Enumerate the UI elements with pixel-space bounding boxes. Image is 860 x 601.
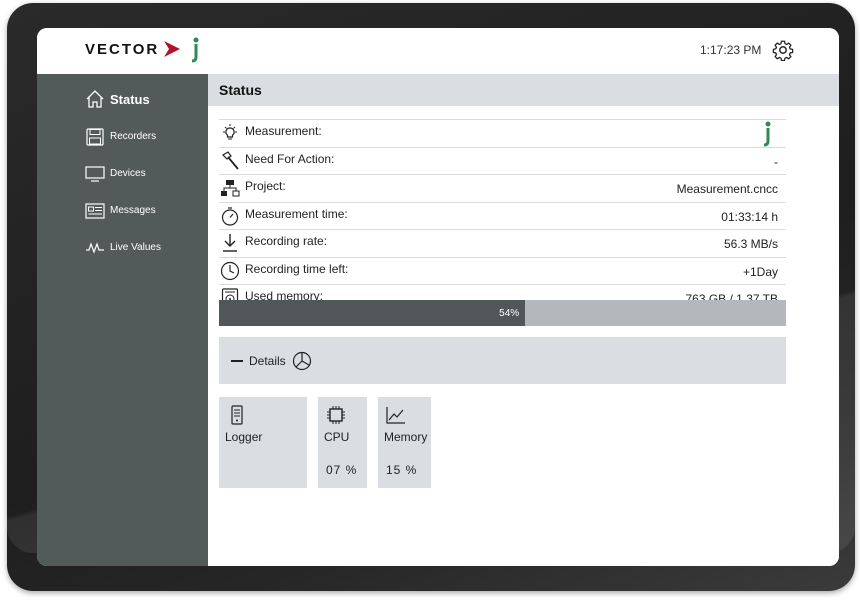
hammer-icon — [219, 150, 241, 172]
measurement-active-icon — [763, 121, 771, 147]
memory-progress-fill: 54% — [219, 300, 526, 326]
collapse-icon — [231, 359, 243, 362]
details-label: Details — [249, 353, 286, 368]
sidebar-item-label: Messages — [110, 205, 156, 216]
top-bar: VECTOR 1:17:23 PM — [37, 28, 839, 74]
vector-logo: VECTOR — [85, 37, 199, 63]
line-chart-icon — [386, 407, 405, 424]
status-list: Measurement: Need For Action: - Project:… — [219, 119, 786, 312]
main-panel: Status Measurement: Need For Action: - P… — [208, 74, 839, 566]
row-value: 01:33:14 h — [721, 209, 778, 224]
sidebar-item-live-values[interactable]: Live Values — [37, 229, 208, 266]
row-label: Measurement time: — [245, 206, 348, 221]
waveform-icon — [84, 238, 106, 258]
tile-memory[interactable]: Memory 15 % — [378, 397, 431, 488]
status-row-measurement-time: Measurement time: 01:33:14 h — [219, 201, 786, 230]
tile-value: 07 % — [326, 463, 358, 477]
status-indicator-icon — [191, 37, 199, 63]
chip-icon — [327, 406, 345, 424]
status-row-need-for-action: Need For Action: - — [219, 146, 786, 175]
tile-cpu[interactable]: CPU 07 % — [318, 397, 367, 488]
newspaper-icon — [84, 201, 106, 221]
floppy-disk-icon — [84, 127, 106, 147]
pie-chart-icon — [292, 351, 311, 370]
sidebar-item-label: Live Values — [110, 242, 161, 253]
brand-chevron-icon — [164, 41, 181, 57]
row-label: Measurement: — [245, 124, 322, 139]
monitor-icon — [84, 164, 106, 184]
row-value: Measurement.cncc — [676, 182, 778, 196]
tile-label: Memory — [384, 430, 428, 444]
sidebar: Status Recorders Devices Messages Live V… — [37, 74, 208, 566]
row-value: +1Day — [742, 264, 778, 279]
row-value: - — [774, 154, 778, 169]
sidebar-item-label: Devices — [110, 168, 146, 179]
network-icon — [219, 177, 241, 199]
sidebar-item-status[interactable]: Status — [37, 80, 208, 118]
sidebar-item-label: Recorders — [110, 131, 157, 142]
app-screen: VECTOR 1:17:23 PM Status Recorders Devic… — [37, 28, 839, 566]
tile-value: 15 % — [386, 463, 418, 477]
home-icon — [84, 88, 106, 110]
status-row-measurement: Measurement: — [219, 119, 786, 147]
row-label: Need For Action: — [245, 151, 335, 166]
sidebar-item-devices[interactable]: Devices — [37, 155, 208, 192]
gear-icon[interactable] — [772, 39, 794, 61]
brand-name: VECTOR — [85, 40, 160, 58]
server-icon — [231, 405, 243, 425]
tile-label: Logger — [225, 430, 263, 444]
download-arrow-icon — [219, 232, 241, 254]
status-row-project: Project: Measurement.cncc — [219, 174, 786, 202]
stopwatch-icon — [219, 205, 241, 227]
tile-label: CPU — [324, 430, 350, 444]
memory-progress-label: 54% — [499, 307, 520, 319]
details-toggle[interactable]: Details — [219, 337, 786, 384]
clock-icon — [219, 260, 241, 282]
row-label: Recording time left: — [245, 261, 349, 276]
page-title: Status — [208, 74, 839, 106]
status-row-recording-time-left: Recording time left: +1Day — [219, 256, 786, 285]
status-row-recording-rate: Recording rate: 56.3 MB/s — [219, 229, 786, 257]
clock: 1:17:23 PM — [700, 43, 762, 57]
lightbulb-icon — [219, 122, 241, 144]
sidebar-item-recorders[interactable]: Recorders — [37, 118, 208, 155]
sidebar-item-label: Status — [110, 91, 150, 107]
row-value: 56.3 MB/s — [723, 237, 778, 251]
memory-progress-bar: 54% — [219, 300, 786, 326]
sidebar-item-messages[interactable]: Messages — [37, 192, 208, 229]
row-label: Recording rate: — [245, 234, 328, 249]
tile-logger[interactable]: Logger — [219, 397, 307, 488]
row-label: Project: — [245, 179, 286, 194]
